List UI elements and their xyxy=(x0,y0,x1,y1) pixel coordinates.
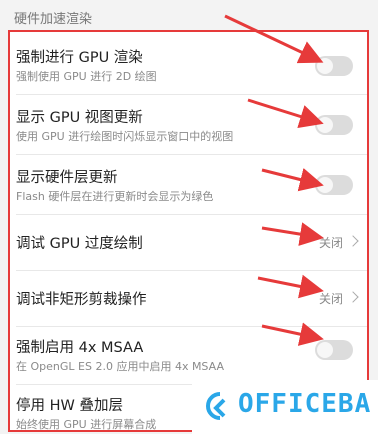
arrow-2 xyxy=(247,98,324,129)
arrow-3 xyxy=(261,167,324,192)
cloud-logo-icon xyxy=(206,392,226,420)
arrow-5 xyxy=(257,274,324,299)
arrow-6 xyxy=(261,322,324,346)
arrow-1 xyxy=(224,14,324,64)
arrow-4 xyxy=(261,222,324,246)
watermark-logo: OFFICEBA xyxy=(192,380,378,434)
watermark-text: OFFICEBA xyxy=(238,389,372,419)
annotation-arrows xyxy=(224,14,324,406)
